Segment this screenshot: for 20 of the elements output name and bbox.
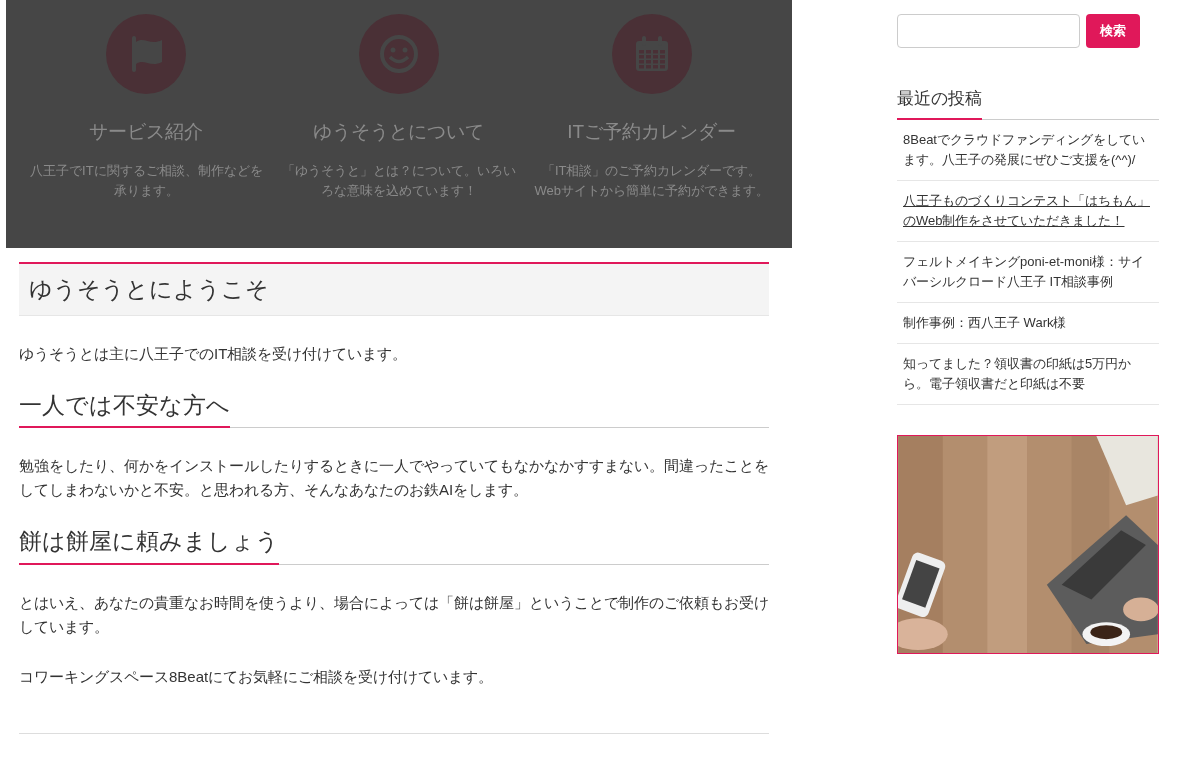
search-button[interactable]: 検索	[1086, 14, 1140, 48]
paragraph: とはいえ、あなたの貴重なお時間を使うより、場合によっては「餅は餅屋」ということで制作のご依頼もお受けしています。	[19, 592, 769, 637]
article-title: ゆうそうとにようこそ	[19, 262, 769, 316]
feature-title: ゆうそうとについて	[313, 120, 485, 144]
post-link[interactable]: 8Beatでクラウドファンディングをしています。八王子の発展にぜひご支援を(^^)/	[903, 129, 1153, 170]
widget-title: 最近の投稿	[897, 86, 982, 120]
section-heading: 餅は餅屋に頼みましょう	[19, 524, 279, 565]
post-link[interactable]: 八王子ものづくりコンテスト「はちもん」のWeb制作をさせていただきました！	[903, 190, 1153, 231]
post-link[interactable]: 制作事例：西八王子 Wark様	[903, 312, 1153, 333]
post-link[interactable]: 知ってました？領収書の印紙は5万円から。電子領収書だと印紙は不要	[903, 353, 1153, 394]
feature-description: 八王子でITに関するご相談、制作などを承ります。	[29, 161, 264, 200]
paragraph: 勉強をしたり、何かをインストールしたりするときに一人でやっていてもなかなかすすまない。間違ったことをしてしまわないかと不安。と思われる方、そんなあなたのお鉄AIをします。	[19, 456, 769, 500]
feature-title: サービス紹介	[89, 120, 204, 144]
paragraph: ゆうそうとは主に八王子でのIT相談を受け付けています。	[19, 343, 409, 364]
feature-description: 「ゆうそうと」とは？について。いろいろな意味を込めています！	[281, 161, 517, 200]
feature-title: ITご予約カレンダー	[567, 120, 737, 144]
paragraph: コワーキングスペース8Beatにてお気軽にご相談を受け付けています。	[19, 666, 495, 687]
section-heading: 一人では不安な方へ	[19, 387, 230, 428]
search-field[interactable]	[897, 14, 1080, 48]
post-link[interactable]: フェルトメイキングponi-et-moni様：サイバーシルクロード八王子 IT相談事例	[903, 251, 1153, 292]
